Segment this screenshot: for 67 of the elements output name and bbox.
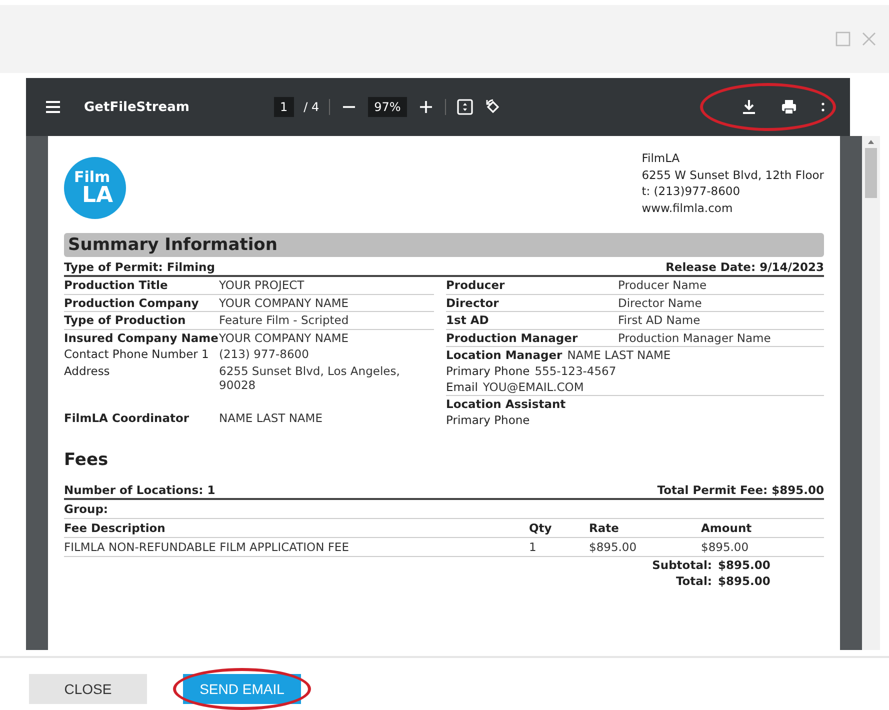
total-value: $895.00 bbox=[717, 573, 772, 589]
scrollbar-thumb[interactable] bbox=[865, 148, 877, 198]
field-label: Primary Phone bbox=[446, 363, 530, 379]
print-icon[interactable] bbox=[780, 98, 798, 116]
field-label: Location Assistant bbox=[446, 396, 566, 412]
field-value: 555-123-4567 bbox=[534, 363, 616, 379]
address-line: t: (213)977-8600 bbox=[642, 183, 742, 200]
section-heading: Fees bbox=[64, 450, 110, 470]
download-icon[interactable] bbox=[740, 98, 758, 116]
field-value: (213) 977-8600 bbox=[219, 347, 309, 362]
field-label: Type of Production bbox=[64, 313, 187, 328]
close-button[interactable]: CLOSE bbox=[29, 674, 147, 704]
total-label: Total: bbox=[674, 573, 712, 589]
field-label: Director bbox=[446, 296, 500, 310]
column-header: Qty bbox=[529, 521, 553, 535]
field-label: Primary Phone bbox=[446, 412, 530, 428]
field-value: YOUR PROJECT bbox=[219, 278, 304, 292]
menu-icon[interactable] bbox=[44, 98, 62, 116]
field-label: Production Title bbox=[64, 278, 169, 292]
document-title: GetFileStream bbox=[84, 100, 190, 114]
field-value: NAME LAST NAME bbox=[567, 347, 671, 363]
total-label: Subtotal: bbox=[651, 557, 712, 573]
field-label: Producer bbox=[446, 278, 506, 292]
zoom-field[interactable]: 97% bbox=[368, 97, 407, 117]
field-label: Insured Company Name bbox=[64, 330, 219, 345]
field-label: Email bbox=[446, 379, 478, 395]
column-header: Amount bbox=[701, 521, 753, 535]
field-value: NAME LAST NAME bbox=[219, 410, 322, 425]
scroll-up-icon[interactable] bbox=[866, 138, 876, 146]
field-value: YOUR COMPANY NAME bbox=[219, 330, 349, 345]
table-cell-text: $895.00 bbox=[701, 540, 750, 554]
field-value: Feature Film - Scripted bbox=[219, 313, 349, 328]
field-value: First AD Name bbox=[618, 313, 700, 328]
field-value: Director Name bbox=[618, 296, 702, 310]
address-line: FilmLA bbox=[642, 150, 681, 166]
total-value: $895.00 bbox=[717, 557, 772, 573]
table-cell-text: 1 bbox=[529, 540, 538, 554]
address-line: www.filmla.com bbox=[642, 200, 734, 216]
rotate-icon[interactable] bbox=[484, 98, 502, 116]
fit-page-icon[interactable] bbox=[456, 98, 474, 116]
field-label: Address bbox=[64, 364, 111, 380]
field-label: Production Company bbox=[64, 296, 200, 310]
table-cell-text: $895.00 bbox=[589, 540, 638, 554]
total-permit-fee: Total Permit Fee: $895.00 bbox=[657, 483, 824, 497]
column-header: Fee Description bbox=[64, 521, 166, 535]
page-number-field[interactable]: 1 bbox=[274, 97, 294, 117]
location-count: Number of Locations: 1 bbox=[64, 483, 216, 497]
field-value: Producer Name bbox=[618, 278, 707, 292]
field-label: FilmLA Coordinator bbox=[64, 410, 190, 425]
group-label: Group: bbox=[64, 502, 108, 516]
field-label: 1st AD bbox=[446, 313, 490, 328]
filmla-logo: Film LA bbox=[64, 157, 126, 219]
address-line: 6255 W Sunset Blvd, 12th Floor bbox=[642, 166, 824, 183]
field-label: Location Manager bbox=[446, 347, 562, 363]
section-header: Summary Information bbox=[64, 233, 824, 257]
field-value: YOU@EMAIL.COM bbox=[482, 379, 584, 395]
field-label: Production Manager bbox=[446, 330, 579, 345]
scrollbar[interactable] bbox=[862, 136, 880, 650]
release-date: Release Date: 9/14/2023 bbox=[666, 260, 824, 274]
permit-type: Type of Permit: Filming bbox=[64, 260, 215, 274]
table-cell-text: FILMLA NON-REFUNDABLE FILM APPLICATION FEE bbox=[64, 540, 350, 554]
field-value: YOUR COMPANY NAME bbox=[219, 296, 349, 310]
column-header: Rate bbox=[589, 521, 620, 535]
field-label: Contact Phone Number 1 bbox=[64, 347, 210, 362]
page-count: / 4 bbox=[304, 100, 320, 114]
field-value: Production Manager Name bbox=[618, 330, 771, 345]
field-value: 6255 Sunset Blvd, Los Angeles, 90028 bbox=[219, 364, 401, 392]
